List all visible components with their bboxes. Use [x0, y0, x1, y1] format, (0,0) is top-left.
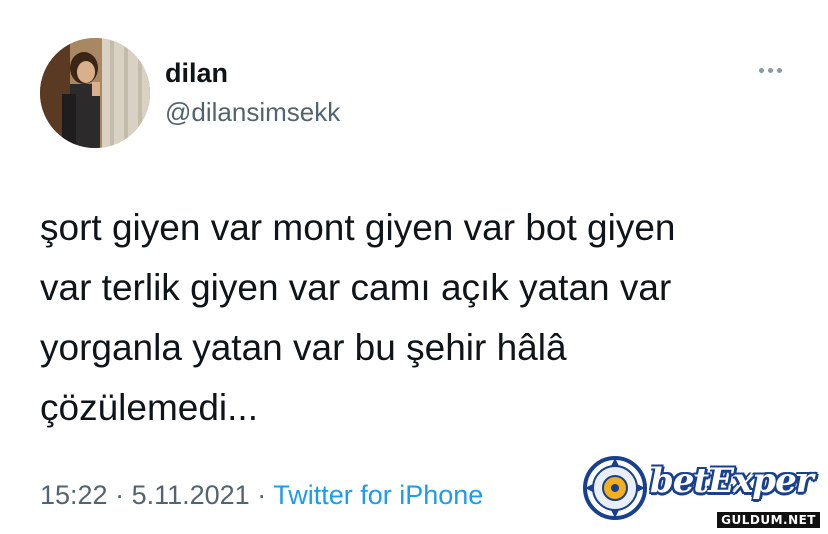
tweet-date[interactable]: 5.11.2021 — [132, 480, 250, 510]
user-handle[interactable]: @dilansimsekk — [165, 96, 340, 128]
tweet-time[interactable]: 15:22 — [40, 480, 108, 510]
meta-separator: · — [249, 480, 274, 510]
betexper-logo-icon — [583, 456, 647, 520]
tweet-metadata: 15:22 · 5.11.2021 · Twitter for iPhone — [40, 478, 483, 512]
avatar-photo — [40, 38, 150, 148]
more-options-icon[interactable] — [752, 58, 788, 82]
tweet-source-link[interactable]: Twitter for iPhone — [273, 480, 483, 510]
watermark-site: GULDUM.NET — [717, 512, 820, 528]
meta-separator: · — [107, 480, 132, 510]
watermark-brand: betExper — [650, 461, 814, 501]
display-name[interactable]: dilan — [165, 57, 228, 89]
tweet-text: şort giyen var mont giyen var bot giyen … — [40, 207, 676, 428]
avatar[interactable] — [40, 38, 150, 148]
watermark: betExper GULDUM.NET — [582, 455, 822, 530]
